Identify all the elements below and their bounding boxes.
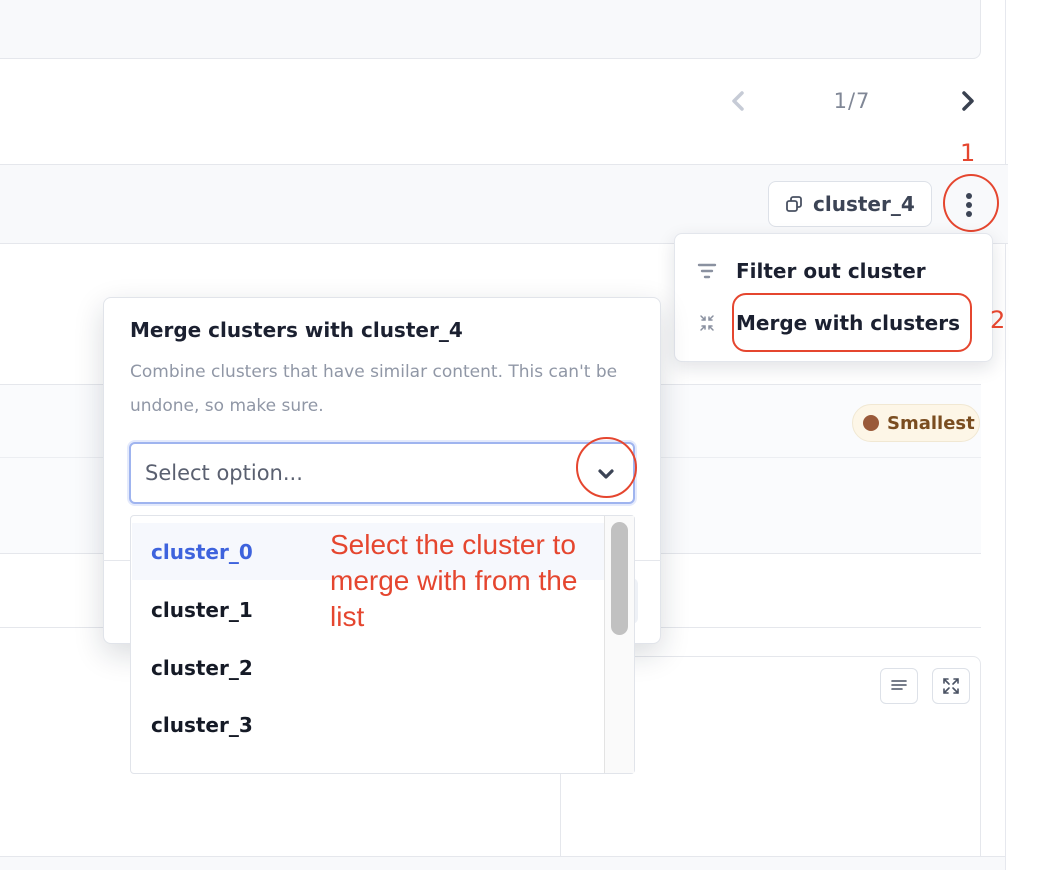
dialog-title: Merge clusters with cluster_4 (130, 318, 463, 342)
annotation-circle-merge (732, 293, 972, 352)
filter-icon (697, 263, 717, 279)
cluster-name-chip[interactable]: cluster_4 (768, 181, 932, 227)
merge-icon (700, 315, 714, 331)
option-cluster-3[interactable]: cluster_3 (132, 696, 604, 753)
right-rail-divider (1005, 0, 1006, 870)
size-badge-label: Smallest (887, 412, 975, 434)
annotation-note: Select the cluster to merge with from th… (330, 529, 578, 632)
size-badge: Smallest (852, 404, 980, 442)
badge-dot-icon (863, 415, 879, 431)
option-cluster-2[interactable]: cluster_2 (132, 639, 604, 696)
chevron-left-icon (732, 91, 744, 111)
cluster-name-label: cluster_4 (813, 192, 915, 216)
next-page-button[interactable] (952, 86, 982, 116)
top-panel (0, 0, 981, 59)
expand-button[interactable] (932, 668, 970, 704)
page-indicator: 1/7 (833, 89, 871, 113)
previous-page-button[interactable] (724, 86, 754, 116)
expand-icon (943, 678, 959, 694)
merge-target-select[interactable]: Select option... (129, 442, 635, 504)
chevron-right-icon (962, 91, 974, 111)
bottom-panel (0, 856, 1005, 870)
annotation-step-2: 2 (990, 306, 1006, 334)
annotation-circle-options (943, 174, 999, 232)
menu-item-label: Filter out cluster (736, 259, 926, 283)
copy-icon (786, 196, 802, 212)
text-lines-icon (891, 680, 907, 690)
select-placeholder: Select option... (145, 461, 303, 485)
annotation-circle-dropdown (576, 437, 637, 498)
annotation-step-1: 1 (960, 139, 976, 167)
dialog-description: Combine clusters that have similar conte… (130, 362, 618, 416)
wrap-text-button[interactable] (880, 668, 918, 704)
list-scrollbar-thumb[interactable] (611, 522, 628, 635)
menu-item-filter-out-cluster[interactable]: Filter out cluster (696, 249, 976, 293)
